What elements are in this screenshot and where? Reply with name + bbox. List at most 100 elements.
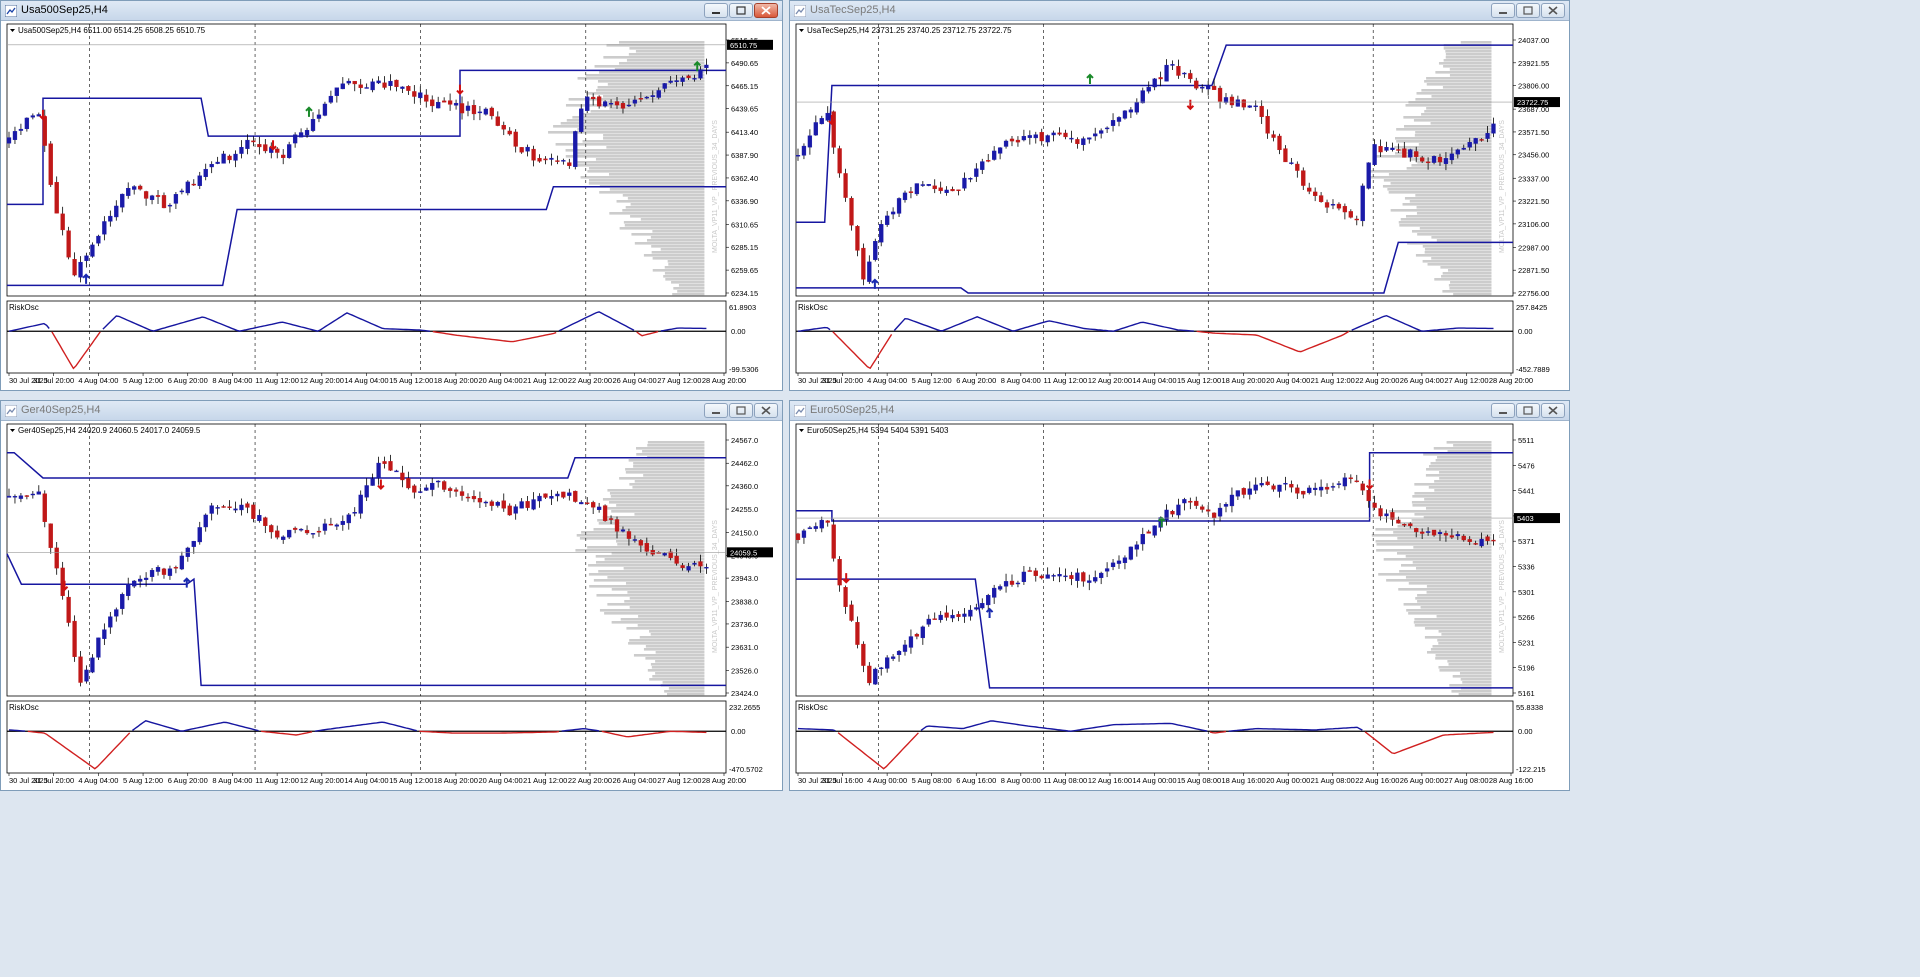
volume-profile-bar — [1405, 104, 1492, 107]
oscillator-label: RiskOsc — [9, 703, 39, 712]
volume-profile-bar — [1416, 92, 1492, 95]
candle-body — [120, 594, 125, 609]
time-tick-label: 21 Aug 12:00 — [523, 776, 567, 785]
current-price-badge: 24059.5 — [727, 547, 773, 558]
candle — [1128, 546, 1134, 561]
candle-body — [114, 205, 119, 218]
candle — [837, 145, 842, 178]
close-button[interactable] — [754, 403, 778, 418]
candle-body — [1437, 532, 1443, 535]
candle-body — [477, 111, 483, 114]
close-button[interactable] — [1541, 3, 1565, 18]
candle-body — [1235, 99, 1241, 107]
volume-profile-bar — [588, 564, 705, 567]
chart-header: Euro50Sep25,H4 5394 5404 5391 5403 — [799, 426, 949, 435]
time-tick-label: 5 Aug 12:00 — [123, 776, 163, 785]
candle-body — [400, 86, 405, 89]
candle-body — [1485, 133, 1490, 139]
time-axis: 30 Jul 202531 Jul 16:00 4 Aug 00:00 5 Aug … — [797, 773, 1533, 785]
window-title: Ger40Sep25,H4 — [21, 404, 101, 416]
candle-body — [579, 502, 584, 505]
time-tick-label: 6 Aug 20:00 — [168, 776, 208, 785]
volume-profile-bar — [634, 242, 705, 245]
candle-body — [227, 506, 232, 508]
candle-body — [1081, 138, 1086, 146]
volume-profile-bar — [1417, 594, 1492, 597]
maximize-button[interactable] — [1516, 3, 1540, 18]
price-pane-frame — [795, 23, 1514, 297]
candle-body — [890, 211, 896, 215]
volume-profile-bar — [566, 119, 705, 122]
volume-profile-bar — [1434, 278, 1492, 281]
candle-body — [932, 618, 937, 620]
candle-body — [66, 596, 71, 623]
volume-profile-bar — [628, 459, 705, 462]
chart-window-usatec[interactable]: UsaTecSep25,H4 UsaTecSep25,H4 23731.25 2… — [789, 0, 1570, 391]
time-tick-label: 27 Aug 12:00 — [657, 776, 701, 785]
price-chart[interactable]: Euro50Sep25,H4 5394 5404 5391 5403 MOLTA_… — [790, 421, 1569, 790]
candle-body — [1134, 102, 1139, 113]
price-tick-label: 23921.55 — [1518, 59, 1549, 68]
volume-profile-bar — [1424, 627, 1492, 630]
volume-profile-bar — [611, 510, 705, 513]
time-tick-label: 21 Aug 12:00 — [1311, 376, 1355, 385]
volume-profile-bar — [660, 248, 705, 251]
candle-body — [388, 80, 393, 86]
candle-body — [1390, 147, 1395, 150]
maximize-button[interactable] — [729, 403, 753, 418]
window-titlebar[interactable]: Usa500Sep25,H4 — [1, 1, 782, 21]
chart-window-euro50[interactable]: Euro50Sep25,H4 Euro50Sep25,H4 5394 5404 … — [789, 400, 1570, 791]
current-price-value: 6510.75 — [730, 41, 757, 50]
close-button[interactable] — [754, 3, 778, 18]
candle-body — [1176, 66, 1181, 76]
window-titlebar[interactable]: Euro50Sep25,H4 — [790, 401, 1569, 421]
volume-profile-bar — [1437, 456, 1492, 459]
volume-profile-bar — [609, 188, 705, 191]
minimize-button[interactable] — [704, 403, 728, 418]
candle-body — [1259, 483, 1264, 486]
price-chart[interactable]: Usa500Sep25,H4 6511.00 6514.25 6508.25 6… — [1, 21, 782, 390]
volume-profile-bar — [625, 206, 705, 209]
time-tick-label: 31 Jul 20:00 — [33, 376, 74, 385]
volume-profile-bar — [1440, 266, 1492, 269]
candle-body — [346, 514, 351, 524]
candle-body — [269, 525, 274, 533]
candle-body — [1247, 105, 1252, 108]
volume-profile-bar — [1431, 95, 1492, 98]
volume-profile-bar — [1371, 534, 1492, 537]
candle-body — [819, 519, 824, 529]
candle-body — [1366, 162, 1371, 189]
volume-profile-bar — [1426, 651, 1492, 654]
price-tick-label: 6387.90 — [731, 151, 758, 160]
price-tick-label: 6310.65 — [731, 220, 758, 229]
minimize-button[interactable] — [704, 3, 728, 18]
candle-body — [579, 108, 584, 133]
chart-window-usa500[interactable]: Usa500Sep25,H4 Usa500Sep25,H4 6511.00 65… — [0, 0, 783, 391]
window-titlebar[interactable]: UsaTecSep25,H4 — [790, 1, 1569, 21]
candle-body — [96, 235, 101, 244]
candle-body — [926, 184, 931, 186]
price-chart[interactable]: Ger40Sep25,H4 24020.9 24060.5 24017.0 24… — [1, 421, 782, 790]
volume-profile-bar — [1390, 209, 1492, 212]
candle-body — [155, 567, 161, 572]
candle-body — [549, 496, 554, 499]
window-titlebar[interactable]: Ger40Sep25,H4 — [1, 401, 782, 421]
candle-body — [908, 636, 914, 648]
chart-window-ger40[interactable]: Ger40Sep25,H4 Ger40Sep25,H4 24020.9 2406… — [0, 400, 783, 791]
candle — [66, 226, 71, 260]
maximize-button[interactable] — [729, 3, 753, 18]
candle-body — [668, 80, 673, 83]
volume-profile-bar — [1426, 77, 1492, 80]
price-chart[interactable]: UsaTecSep25,H4 23731.25 23740.25 23712.7… — [790, 21, 1569, 390]
maximize-button[interactable] — [1516, 403, 1540, 418]
volume-profile-bar — [597, 519, 705, 522]
close-button[interactable] — [1541, 403, 1565, 418]
candle-body — [1122, 110, 1128, 119]
candle-body — [418, 491, 423, 493]
candle-body — [394, 470, 399, 473]
volume-profile-bar — [649, 678, 705, 681]
minimize-button[interactable] — [1491, 403, 1515, 418]
minimize-button[interactable] — [1491, 3, 1515, 18]
candle-body — [1081, 572, 1086, 582]
candle-body — [591, 96, 596, 100]
